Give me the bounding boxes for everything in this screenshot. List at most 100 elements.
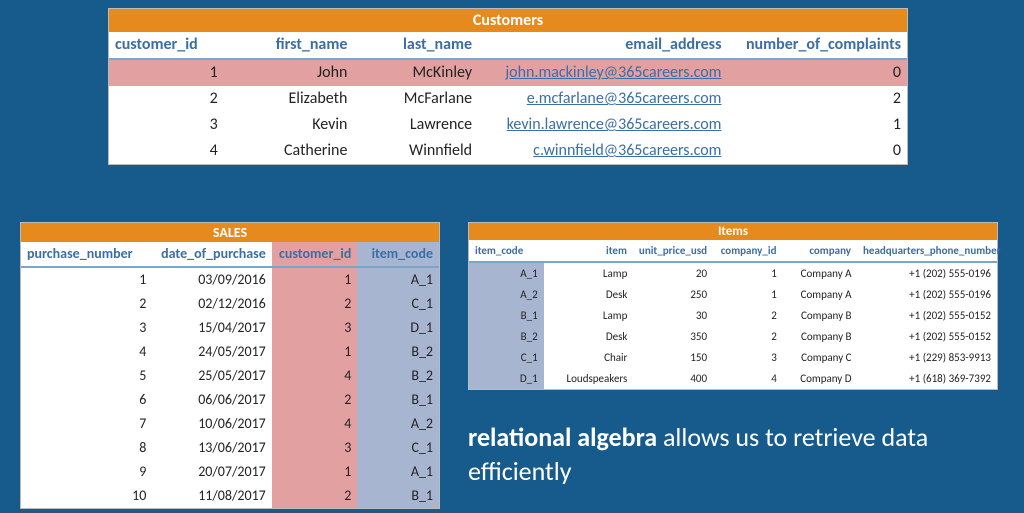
cell-company: Company B — [783, 305, 858, 326]
cell-cid: 2 — [713, 326, 783, 347]
cell-company: Company C — [783, 347, 858, 368]
table-row: 103/09/20161A_1 — [21, 268, 439, 292]
cell-company: Company A — [783, 284, 858, 305]
col-item: item — [544, 240, 633, 261]
cell-email[interactable]: e.mcfarlane@365careers.com — [478, 86, 727, 112]
cell-id: 3 — [109, 112, 224, 138]
cell-num: 5 — [21, 364, 152, 388]
cell-price: 400 — [633, 368, 713, 389]
table-row: B_2Desk3502Company B+1 (202) 555-0152 — [469, 326, 997, 347]
customers-table: Customers customer_id first_name last_na… — [108, 8, 908, 165]
cell-item: C_1 — [357, 436, 439, 460]
table-row: C_1Chair1503Company C+1 (229) 853-9913 — [469, 347, 997, 368]
table-row: 920/07/20171A_1 — [21, 460, 439, 484]
cell-num: 8 — [21, 436, 152, 460]
cell-cust: 2 — [272, 484, 358, 508]
cell-item: Lamp — [544, 305, 634, 326]
cell-last: Lawrence — [353, 112, 478, 138]
cell-date: 25/05/2017 — [152, 364, 271, 388]
cell-phone: +1 (618) 369-7392 — [858, 368, 997, 389]
cell-company: Company D — [783, 368, 858, 389]
items-header-row: item_code item unit_price_usd company_id… — [469, 240, 997, 263]
cell-phone: +1 (202) 555-0152 — [858, 326, 997, 347]
cell-last: McKinley — [353, 60, 478, 86]
cell-phone: +1 (202) 555-0152 — [858, 305, 997, 326]
cell-item: B_2 — [357, 340, 439, 364]
cell-cid: 3 — [713, 347, 783, 368]
cell-num: 1 — [21, 268, 152, 292]
cell-date: 03/09/2016 — [152, 268, 271, 292]
col-item-code: item_code — [357, 242, 439, 266]
cell-complaints: 0 — [727, 138, 907, 164]
cell-date: 13/06/2017 — [152, 436, 271, 460]
cell-cust: 3 — [272, 436, 358, 460]
cell-cust: 4 — [272, 364, 358, 388]
col-hq-phone: headquarters_phone_number — [857, 240, 997, 261]
cell-cust: 2 — [272, 292, 358, 316]
table-row: B_1Lamp302Company B+1 (202) 555-0152 — [469, 305, 997, 326]
cell-last: McFarlane — [353, 86, 478, 112]
table-row: 813/06/20173C_1 — [21, 436, 439, 460]
cell-item: Loudspeakers — [544, 368, 634, 389]
caption-text: relational algebra allows us to retrieve… — [468, 420, 988, 488]
caption-bold: relational algebra — [468, 421, 657, 453]
cell-cust: 1 — [272, 340, 358, 364]
cell-cust: 1 — [272, 268, 358, 292]
cell-date: 02/12/2016 — [152, 292, 271, 316]
cell-cid: 1 — [713, 263, 783, 284]
table-row: 4CatherineWinnfieldc.winnfield@365career… — [109, 138, 907, 164]
cell-first: John — [224, 60, 354, 86]
cell-price: 250 — [633, 284, 713, 305]
cell-email[interactable]: kevin.lawrence@365careers.com — [478, 112, 727, 138]
customers-title: Customers — [109, 9, 907, 32]
cell-code: A_2 — [469, 284, 544, 305]
table-row: 710/06/20174A_2 — [21, 412, 439, 436]
cell-item: Desk — [544, 326, 634, 347]
col-email: email_address — [478, 32, 727, 58]
cell-cust: 2 — [272, 388, 358, 412]
table-row: 2ElizabethMcFarlanee.mcfarlane@365career… — [109, 86, 907, 112]
cell-price: 350 — [633, 326, 713, 347]
cell-date: 24/05/2017 — [152, 340, 271, 364]
cell-first: Catherine — [224, 138, 354, 164]
col-customer-id: customer_id — [109, 32, 224, 58]
items-title: Items — [469, 223, 997, 240]
cell-item: C_1 — [357, 292, 439, 316]
cell-date: 20/07/2017 — [152, 460, 271, 484]
cell-num: 9 — [21, 460, 152, 484]
cell-code: A_1 — [469, 263, 544, 284]
col-purchase-number: purchase_number — [21, 242, 152, 266]
cell-num: 4 — [21, 340, 152, 364]
cell-cust: 1 — [272, 460, 358, 484]
cell-price: 30 — [633, 305, 713, 326]
cell-cust: 4 — [272, 412, 358, 436]
cell-num: 7 — [21, 412, 152, 436]
col-customer-id: customer_id — [272, 242, 358, 266]
col-item-code: item_code — [469, 240, 544, 261]
col-date-of-purchase: date_of_purchase — [152, 242, 271, 266]
cell-cust: 3 — [272, 316, 358, 340]
cell-complaints: 1 — [727, 112, 907, 138]
cell-item: B_1 — [357, 484, 439, 508]
table-row: D_1Loudspeakers4004Company D+1 (618) 369… — [469, 368, 997, 389]
cell-email[interactable]: c.winnfield@365careers.com — [478, 138, 727, 164]
col-company-id: company_id — [713, 240, 783, 261]
table-row: 3KevinLawrencekevin.lawrence@365careers.… — [109, 112, 907, 138]
cell-date: 06/06/2017 — [152, 388, 271, 412]
table-row: 1JohnMcKinleyjohn.mackinley@365careers.c… — [109, 60, 907, 86]
col-last-name: last_name — [353, 32, 478, 58]
cell-date: 10/06/2017 — [152, 412, 271, 436]
cell-cid: 4 — [713, 368, 783, 389]
cell-phone: +1 (202) 555-0196 — [858, 284, 997, 305]
table-row: A_2Desk2501Company A+1 (202) 555-0196 — [469, 284, 997, 305]
cell-item: A_1 — [357, 460, 439, 484]
table-row: A_1Lamp201Company A+1 (202) 555-0196 — [469, 263, 997, 284]
cell-last: Winnfield — [353, 138, 478, 164]
cell-email[interactable]: john.mackinley@365careers.com — [478, 60, 727, 86]
cell-num: 6 — [21, 388, 152, 412]
sales-title: SALES — [21, 223, 439, 242]
cell-item: Lamp — [544, 263, 634, 284]
cell-item: Desk — [544, 284, 634, 305]
sales-table: SALES purchase_number date_of_purchase c… — [20, 222, 440, 509]
col-complaints: number_of_complaints — [727, 32, 907, 58]
